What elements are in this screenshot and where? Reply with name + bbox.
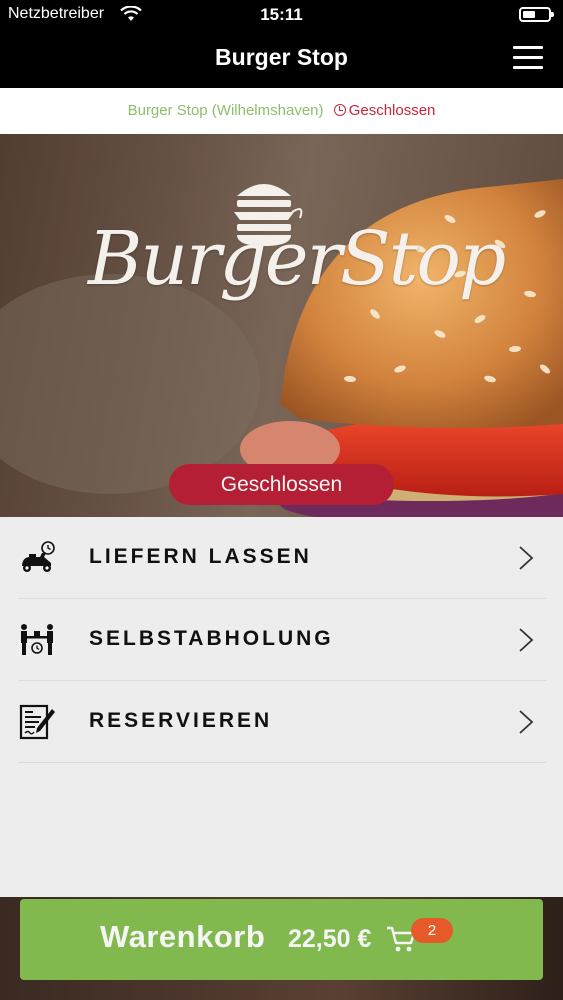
restaurant-info-bar: Burger Stop (Wilhelmshaven) Geschlossen (0, 88, 563, 134)
cart-button[interactable]: Warenkorb 22,50 € 2 (20, 899, 543, 980)
closed-status-badge: Geschlossen (169, 464, 394, 505)
pickup-icon (21, 624, 53, 655)
order-options-panel: LIEFERN LASSEN SELBSTABHOLUNG RESERVIERE… (0, 517, 563, 897)
menu-item-delivery[interactable]: LIEFERN LASSEN (18, 517, 546, 599)
menu-item-label: RESERVIEREN (89, 709, 273, 732)
brand-logo: BurgerStop (88, 216, 506, 302)
delivery-scooter-icon (22, 541, 55, 572)
battery-icon (519, 7, 554, 22)
status-time: 15:11 (260, 5, 303, 24)
menu-item-label: LIEFERN LASSEN (89, 545, 312, 568)
status-bar: Netzbetreiber 15:11 (0, 0, 563, 30)
nav-bar: Burger Stop (0, 30, 563, 88)
reservation-icon (19, 704, 55, 740)
cart-count-badge: 2 (411, 918, 453, 943)
restaurant-location: Burger Stop (Wilhelmshaven) (127, 102, 324, 119)
chevron-right-icon (519, 628, 534, 652)
cart-label: Warenkorb (100, 919, 266, 954)
menu-item-pickup[interactable]: SELBSTABHOLUNG (18, 599, 546, 681)
page-title: Burger Stop (215, 44, 348, 70)
menu-item-label: SELBSTABHOLUNG (89, 627, 334, 650)
hero-image: BurgerStop (0, 134, 563, 517)
cart-total: 22,50 € (288, 925, 372, 953)
chevron-right-icon (519, 710, 534, 734)
clock-icon (333, 104, 346, 116)
chevron-right-icon (519, 546, 534, 570)
burger-illustration (0, 134, 563, 517)
opening-status-label: Geschlossen (348, 102, 436, 119)
opening-status: Geschlossen (333, 102, 436, 119)
hamburger-menu-icon[interactable] (513, 46, 543, 70)
menu-item-reservation[interactable]: RESERVIEREN (18, 681, 546, 763)
